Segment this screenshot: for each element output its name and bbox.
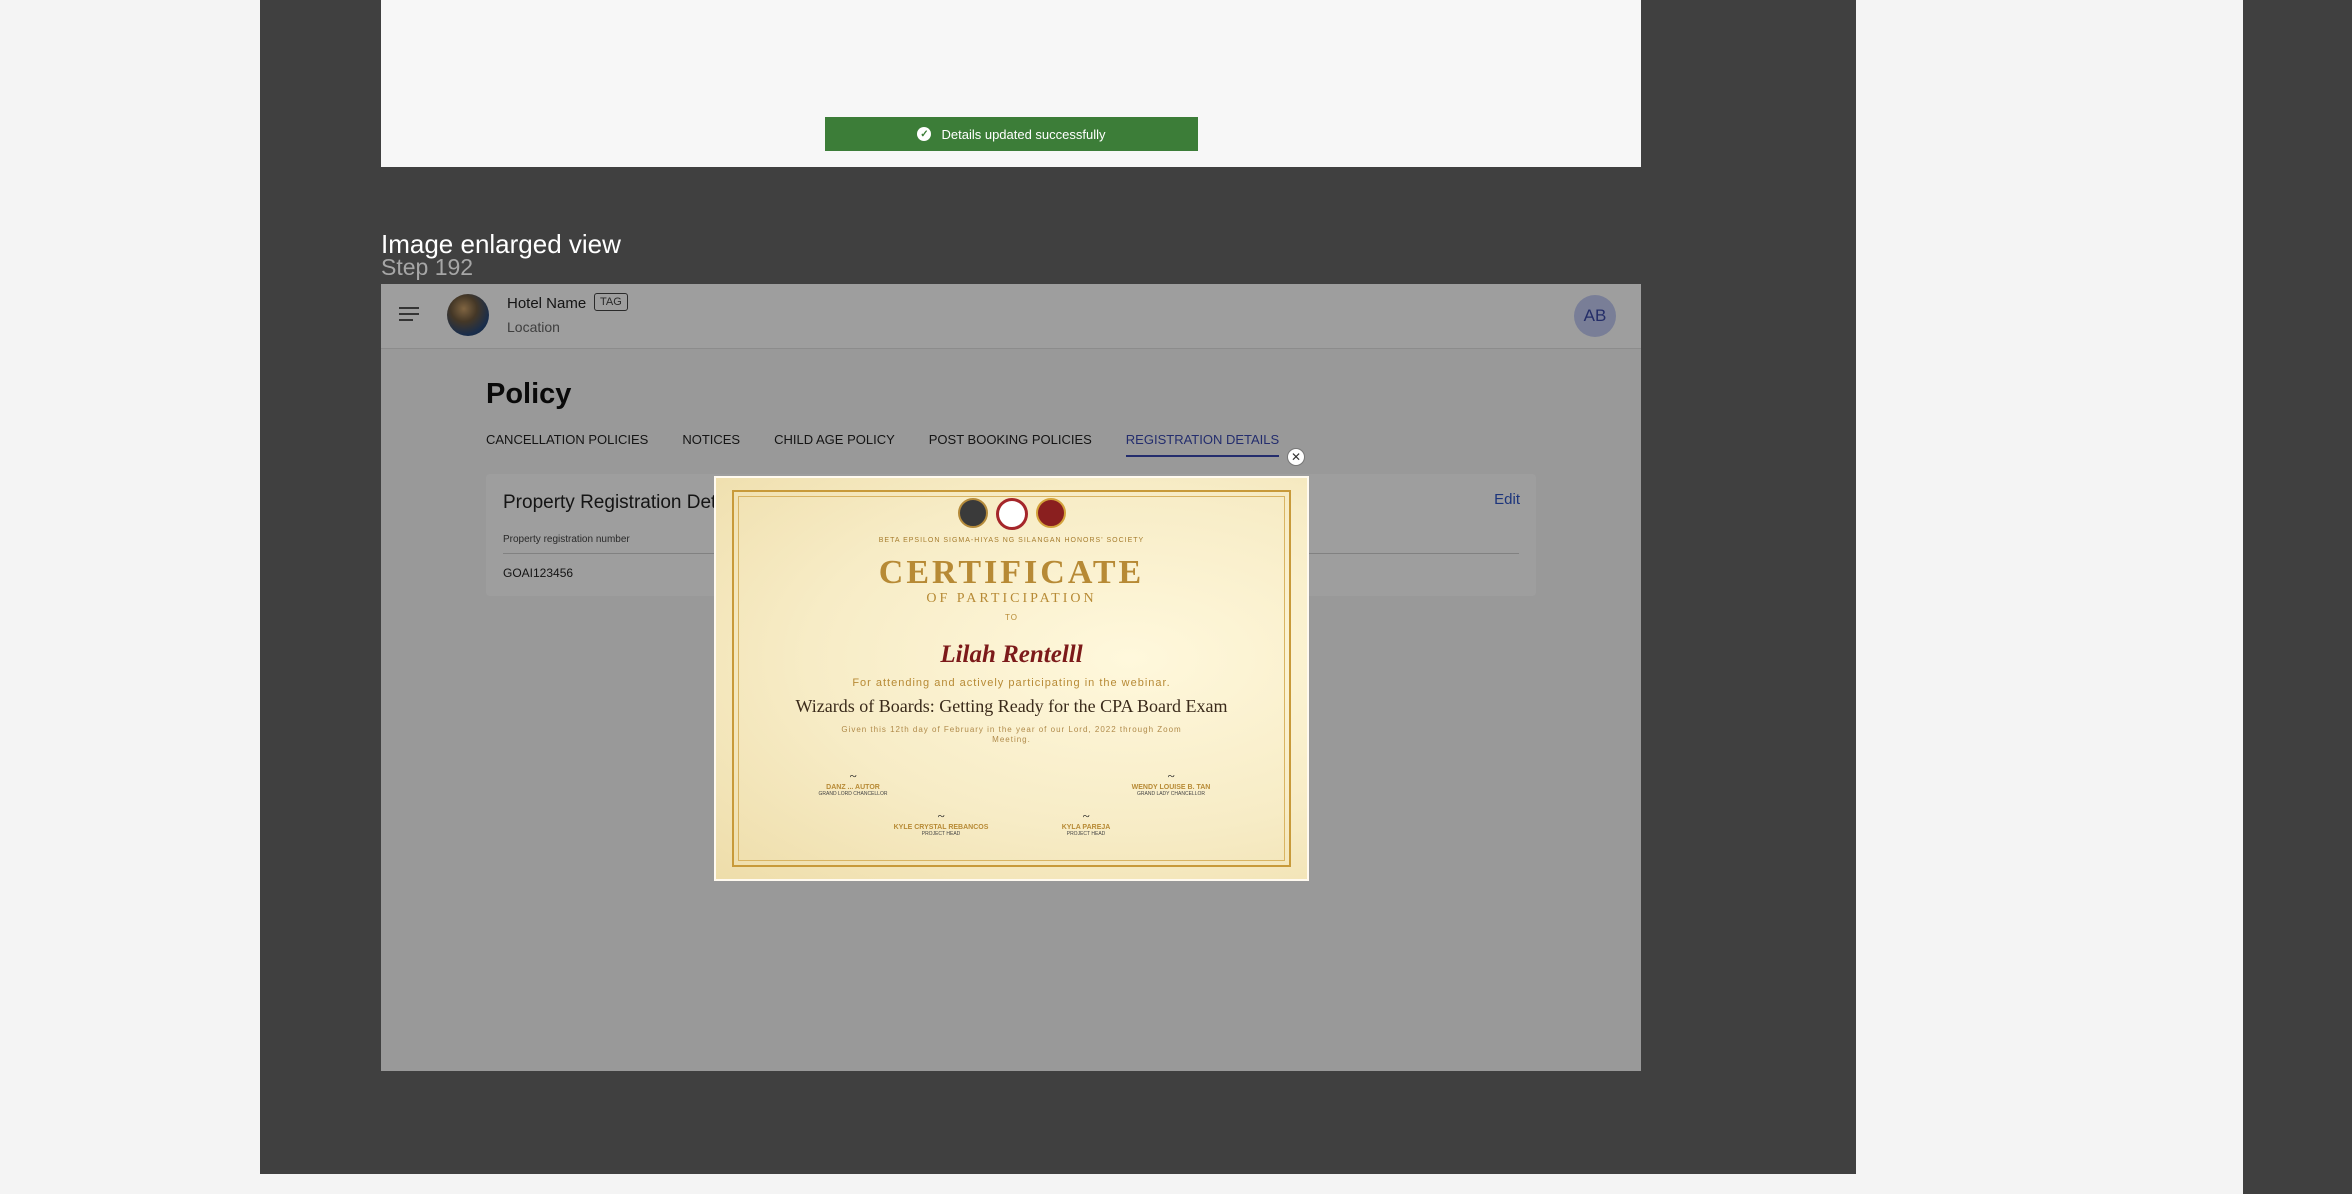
signatory-role: PROJECT HEAD	[921, 831, 961, 837]
certificate-to: TO	[1005, 613, 1018, 622]
certificate-subheading: OF PARTICIPATION	[926, 591, 1097, 606]
signatory-name: WENDY LOUISE B. TAN	[1131, 784, 1211, 791]
certificate-society: BETA EPSILON SIGMA-HIYAS NG SILANGAN HON…	[878, 537, 1145, 544]
success-toast: ✓ Details updated successfully	[825, 117, 1198, 151]
toast-message: Details updated successfully	[941, 126, 1106, 142]
signature: ~	[937, 808, 945, 823]
certificate-image: BETA EPSILON SIGMA-HIYAS NG SILANGAN HON…	[714, 476, 1309, 881]
signatory-name: KYLE CRYSTAL REBANCOS	[893, 824, 989, 831]
certificate-webinar: Wizards of Boards: Getting Ready for the…	[795, 696, 1228, 716]
certificate-recipient: Lilah Rentelll	[940, 641, 1083, 668]
certificate-heading: CERTIFICATE	[878, 554, 1145, 591]
certificate-line: For attending and actively participating…	[852, 677, 1171, 689]
certificate-given: Given this 12th day of February in the y…	[841, 725, 1182, 734]
signature: ~	[849, 768, 857, 783]
close-icon[interactable]: ✕	[1287, 448, 1305, 466]
signatory-role: PROJECT HEAD	[1066, 831, 1106, 837]
previous-step-frame: ✓ Details updated successfully	[381, 0, 1641, 167]
certificate-seals	[716, 498, 1307, 530]
signatory: ~ KYLE CRYSTAL REBANCOS PROJECT HEAD	[876, 808, 1006, 837]
signatory-name: KYLA PAREJA	[1061, 824, 1111, 831]
signatory-name: DANZ ... AUTOR	[826, 784, 880, 791]
signatory: ~ WENDY LOUISE B. TAN GRAND LADY CHANCEL…	[1116, 768, 1226, 797]
signature: ~	[1167, 768, 1175, 783]
signatory-role: GRAND LADY CHANCELLOR	[1137, 791, 1205, 797]
right-margin-bar	[2243, 0, 2352, 1194]
caption-step: Step 192	[381, 254, 474, 280]
check-circle-icon: ✓	[917, 127, 932, 141]
signatory: ~ DANZ ... AUTOR GRAND LORD CHANCELLOR	[798, 768, 908, 797]
signatory: ~ KYLA PAREJA PROJECT HEAD	[1046, 808, 1126, 837]
certificate-given-2: Meeting.	[992, 735, 1031, 744]
seal-logo	[1035, 498, 1066, 528]
signatory-role: GRAND LORD CHANCELLOR	[818, 791, 888, 797]
signature: ~	[1082, 808, 1090, 823]
seal-logo	[957, 498, 988, 528]
seal-logo	[995, 498, 1028, 530]
